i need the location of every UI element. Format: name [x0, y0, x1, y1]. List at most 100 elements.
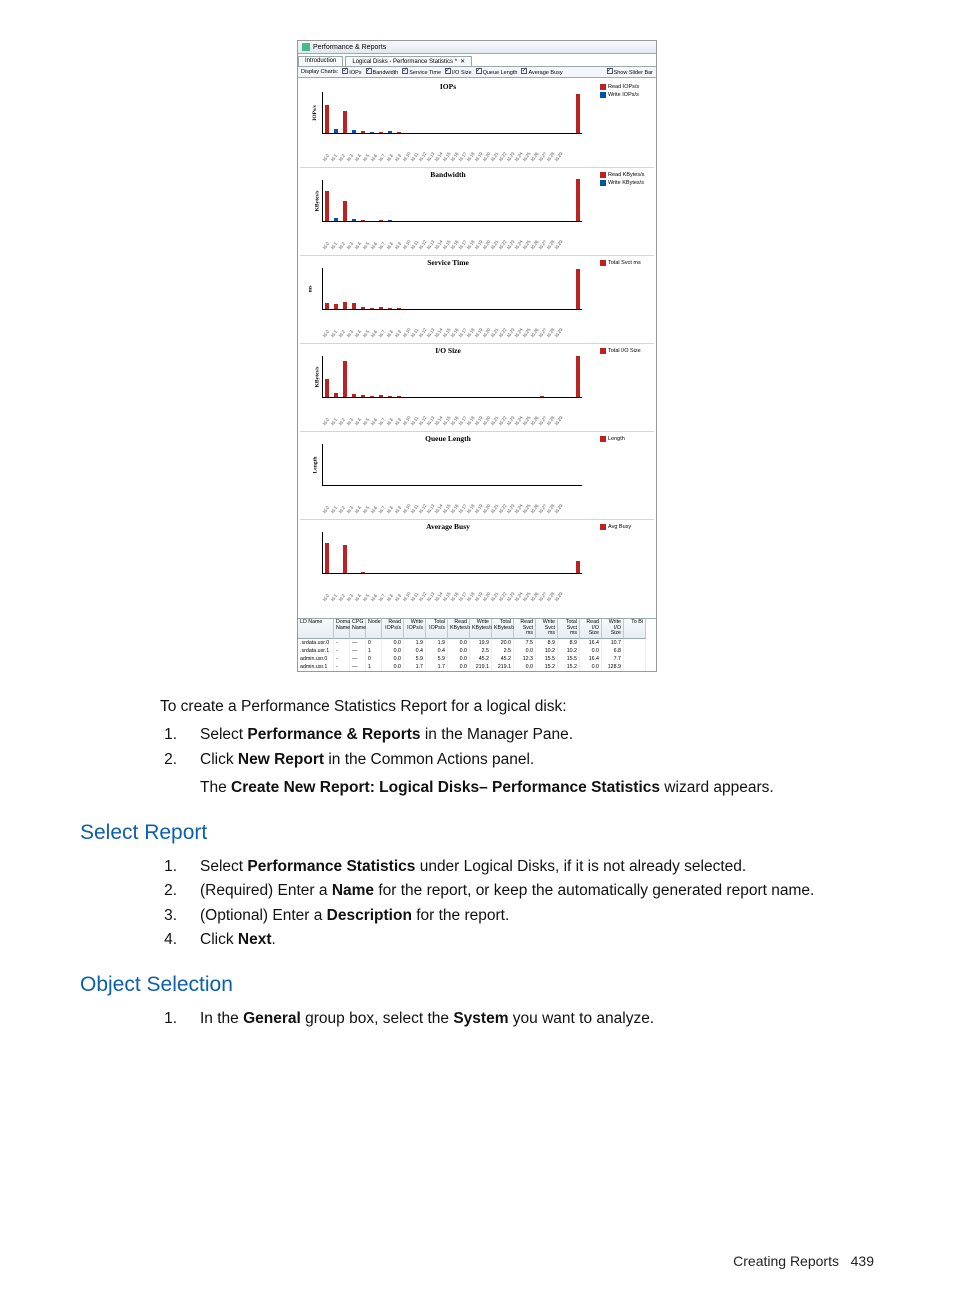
table-cell: 128.9	[602, 663, 624, 671]
bar	[343, 201, 347, 221]
bar	[343, 361, 347, 397]
tab-introduction[interactable]: Introduction	[298, 56, 343, 66]
x-tick-label: ld.8	[386, 505, 394, 514]
charts-panel: IOPs IOPs/s ld.0ld.1ld.2ld.3ld.4ld.5ld.6…	[298, 78, 656, 618]
bar	[361, 131, 365, 133]
opt-slider-bar[interactable]: Show Slider Bar	[607, 68, 653, 76]
table-header-cell[interactable]: Total KBytes/s	[492, 619, 514, 639]
table-cell: -	[334, 655, 350, 663]
x-tick-label: ld.5	[362, 417, 370, 426]
bar	[397, 132, 401, 133]
table-cell: 15.5	[536, 655, 558, 663]
table-row[interactable]: admin.usr.1-—10.01.71.70.0219.1219.10.01…	[298, 663, 656, 671]
legend-item: Read KBytes/s	[600, 172, 652, 178]
table-cell: 16.4	[580, 655, 602, 663]
x-tick-label: ld.9	[394, 329, 402, 338]
x-axis-labels: ld.0ld.1ld.2ld.3ld.4ld.5ld.6ld.7ld.8ld.9…	[322, 398, 582, 426]
legend-item: Write KBytes/s	[600, 180, 652, 186]
table-header-cell[interactable]: Read Svct ms	[514, 619, 536, 639]
x-tick-label: ld.0	[322, 153, 330, 162]
x-tick-label: ld.0	[322, 505, 330, 514]
footer-page: 439	[851, 1253, 874, 1269]
table-cell: 45.2	[470, 655, 492, 663]
document-body: To create a Performance Statistics Repor…	[80, 696, 874, 1271]
x-tick-label: ld.0	[322, 241, 330, 250]
chart-legend: Read IOPs/sWrite IOPs/s	[596, 82, 654, 165]
table-cell: 0	[366, 655, 382, 663]
table-header-cell[interactable]: LD Name	[298, 619, 334, 639]
bar	[325, 105, 329, 133]
sr-step-3: (Optional) Enter a Description for the r…	[190, 905, 874, 927]
table-cell: -	[334, 647, 350, 655]
sr-step-2: (Required) Enter a Name for the report, …	[190, 880, 874, 902]
table-cell: 8.9	[558, 639, 580, 647]
legend-swatch-icon	[600, 524, 606, 530]
x-tick-label: ld.4	[354, 505, 362, 514]
table-cell: 1	[366, 647, 382, 655]
x-tick-label: ld.1	[330, 593, 338, 602]
opt-queue-length[interactable]: Queue Length	[476, 68, 518, 76]
opt-avg-busy[interactable]: Average Busy	[521, 68, 562, 76]
legend-item: Avg Busy	[600, 524, 652, 530]
table-header-cell[interactable]: Write KBytes/s	[470, 619, 492, 639]
chart-title: Average Busy	[304, 522, 592, 531]
bar	[334, 393, 338, 397]
opt-service-time[interactable]: Service Time	[402, 68, 441, 76]
table-header-cell[interactable]: Read I/O Size	[580, 619, 602, 639]
opt-bandwidth[interactable]: Bandwidth	[366, 68, 399, 76]
bar	[334, 218, 338, 221]
table-header-cell[interactable]: Node	[366, 619, 382, 639]
table-cell: admin.usr.0	[298, 655, 334, 663]
table-header-row: LD NameDomain NameCPG NameNodeRead IOPs/…	[298, 619, 656, 639]
legend-swatch-icon	[600, 92, 606, 98]
table-header-cell[interactable]: Domain Name	[334, 619, 350, 639]
table-header-cell[interactable]: Total IOPs/s	[426, 619, 448, 639]
table-cell: .srdata.usr.1	[298, 647, 334, 655]
object-selection-steps: In the General group box, select the Sys…	[80, 1008, 874, 1030]
bar	[576, 269, 580, 309]
chart-plot: ms	[322, 268, 582, 310]
table-header-cell[interactable]: Read KBytes/s	[448, 619, 470, 639]
table-header-cell[interactable]: To Bi	[624, 619, 646, 639]
table-cell: 0.0	[580, 663, 602, 671]
table-row[interactable]: admin.usr.0-—00.05.95.90.045.245.212.315…	[298, 655, 656, 663]
close-icon[interactable]: ✕	[460, 59, 465, 65]
table-header-cell[interactable]: Write IOPs/s	[404, 619, 426, 639]
checkbox-icon	[521, 68, 527, 74]
bar	[379, 395, 383, 397]
performance-reports-window: Performance & Reports Introduction Logic…	[297, 40, 657, 672]
chart-bandwidth: Bandwidth KBytes/s ld.0ld.1ld.2ld.3ld.4l…	[300, 168, 654, 256]
table-row[interactable]: .srdata.usr.1-—10.00.40.40.02.52.50.010.…	[298, 647, 656, 655]
x-tick-label: ld.2	[338, 153, 346, 162]
table-cell: 1.7	[404, 663, 426, 671]
x-tick-label: ld.3	[346, 153, 354, 162]
chart-service-time: Service Time ms ld.0ld.1ld.2ld.3ld.4ld.5…	[300, 256, 654, 344]
bar	[361, 572, 365, 573]
table-row[interactable]: .srdata.usr.0-—00.01.91.90.019.920.07.58…	[298, 639, 656, 647]
table-cell: 1.7	[426, 663, 448, 671]
tab-logical-disks-perf[interactable]: Logical Disks - Performance Statistics *…	[345, 56, 472, 66]
legend-swatch-icon	[600, 260, 606, 266]
x-tick-label: ld.0	[322, 593, 330, 602]
x-tick-label: ld.5	[362, 329, 370, 338]
bar	[576, 356, 580, 397]
page-footer: Creating Reports 439	[80, 1251, 874, 1271]
table-header-cell[interactable]: Write Svct ms	[536, 619, 558, 639]
opt-io-size[interactable]: I/O Size	[445, 68, 472, 76]
x-tick-label: ld.4	[354, 241, 362, 250]
bar	[361, 395, 365, 397]
x-tick-label: ld.1	[330, 417, 338, 426]
table-header-cell[interactable]: Read IOPs/s	[382, 619, 404, 639]
table-header-cell[interactable]: Total Svct ms	[558, 619, 580, 639]
opt-iops[interactable]: IOPs	[342, 68, 361, 76]
x-tick-label: ld.6	[370, 153, 378, 162]
table-cell: 15.2	[558, 663, 580, 671]
bar	[397, 396, 401, 397]
table-header-cell[interactable]: Write I/O Size	[602, 619, 624, 639]
x-tick-label: ld.6	[370, 241, 378, 250]
table-cell: 45.2	[492, 655, 514, 663]
bar	[343, 302, 347, 309]
legend-swatch-icon	[600, 180, 606, 186]
table-header-cell[interactable]: CPG Name	[350, 619, 366, 639]
chart-legend: Read KBytes/s Write KBytes/s	[596, 170, 654, 253]
